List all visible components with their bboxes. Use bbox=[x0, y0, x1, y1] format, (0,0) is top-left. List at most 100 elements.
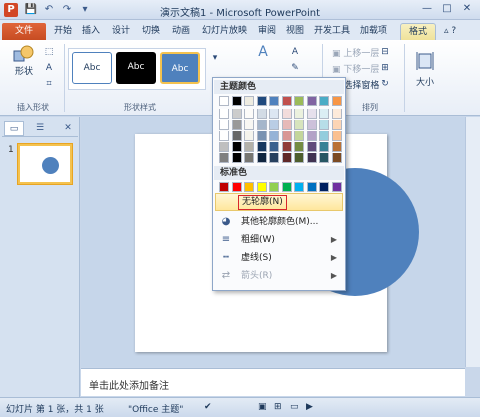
standard-color-swatch[interactable] bbox=[231, 182, 242, 192]
no-outline-item[interactable]: 无轮廓(N) bbox=[215, 193, 343, 211]
theme-color-shade-swatch[interactable] bbox=[231, 109, 242, 119]
shapes-button[interactable]: 形状 bbox=[8, 44, 40, 84]
theme-color-swatch[interactable] bbox=[231, 96, 242, 106]
proofing-icon[interactable]: ✔ bbox=[204, 402, 212, 412]
theme-color-shade-swatch[interactable] bbox=[294, 153, 304, 163]
slideshow-icon[interactable]: ▶ bbox=[306, 402, 313, 412]
theme-color-shade-swatch[interactable] bbox=[256, 109, 267, 119]
theme-color-shade-swatch[interactable] bbox=[256, 120, 267, 130]
theme-color-swatch[interactable] bbox=[319, 96, 329, 106]
theme-color-swatch[interactable] bbox=[256, 96, 267, 106]
theme-color-shade-swatch[interactable] bbox=[281, 153, 292, 163]
tab-developer[interactable]: 开发工具 bbox=[312, 23, 352, 40]
text-outline-icon[interactable]: ✎ bbox=[288, 62, 302, 74]
theme-color-shade-swatch[interactable] bbox=[331, 153, 342, 163]
theme-color-shade-swatch[interactable] bbox=[269, 142, 279, 152]
standard-color-swatch[interactable] bbox=[319, 182, 329, 192]
minimize-ribbon-icon[interactable]: ▵ ? bbox=[442, 23, 458, 40]
weight-item[interactable]: ≡ 粗细(W) ▶ bbox=[215, 231, 343, 249]
standard-color-swatch[interactable] bbox=[244, 182, 254, 192]
tab-slideshow[interactable]: 幻灯片放映 bbox=[200, 23, 249, 40]
theme-color-shade-swatch[interactable] bbox=[306, 142, 317, 152]
tab-design[interactable]: 设计 bbox=[110, 23, 132, 40]
standard-color-swatch[interactable] bbox=[294, 182, 304, 192]
theme-color-shade-swatch[interactable] bbox=[319, 131, 329, 141]
theme-color-shade-swatch[interactable] bbox=[306, 153, 317, 163]
send-backward-button[interactable]: ▣ 下移一层 bbox=[332, 62, 379, 75]
arrows-item[interactable]: ⇄ 箭头(R) ▶ bbox=[215, 267, 343, 285]
theme-color-shade-swatch[interactable] bbox=[231, 131, 242, 141]
theme-color-swatch[interactable] bbox=[281, 96, 292, 106]
slide-sorter-icon[interactable]: ⊞ bbox=[274, 402, 282, 412]
theme-color-shade-swatch[interactable] bbox=[281, 120, 292, 130]
theme-color-shade-swatch[interactable] bbox=[244, 153, 254, 163]
vertical-scrollbar[interactable] bbox=[465, 117, 480, 367]
theme-color-shade-swatch[interactable] bbox=[219, 131, 229, 141]
theme-color-shade-swatch[interactable] bbox=[269, 153, 279, 163]
theme-color-shade-swatch[interactable] bbox=[306, 131, 317, 141]
standard-color-swatch[interactable] bbox=[269, 182, 279, 192]
tab-review[interactable]: 审阅 bbox=[256, 23, 278, 40]
theme-color-shade-swatch[interactable] bbox=[244, 120, 254, 130]
tab-addins[interactable]: 加载项 bbox=[358, 23, 389, 40]
minimize-icon[interactable]: — bbox=[418, 2, 436, 17]
slides-tab-icon[interactable]: ▭ bbox=[4, 121, 24, 136]
theme-color-shade-swatch[interactable] bbox=[256, 131, 267, 141]
theme-color-swatch[interactable] bbox=[269, 96, 279, 106]
text-fill-icon[interactable]: A bbox=[288, 46, 302, 58]
standard-color-swatch[interactable] bbox=[219, 182, 229, 192]
theme-color-shade-swatch[interactable] bbox=[244, 142, 254, 152]
tab-format[interactable]: 格式 bbox=[400, 23, 436, 40]
theme-color-swatch[interactable] bbox=[294, 96, 304, 106]
theme-color-shade-swatch[interactable] bbox=[219, 153, 229, 163]
tab-home[interactable]: 开始 bbox=[52, 23, 74, 40]
theme-color-shade-swatch[interactable] bbox=[319, 109, 329, 119]
more-outline-colors-item[interactable]: ◕ 其他轮廓颜色(M)... bbox=[215, 213, 343, 231]
theme-color-shade-swatch[interactable] bbox=[219, 109, 229, 119]
reading-view-icon[interactable]: ▭ bbox=[290, 402, 299, 412]
theme-color-shade-swatch[interactable] bbox=[331, 142, 342, 152]
theme-color-shade-swatch[interactable] bbox=[281, 131, 292, 141]
group-icon[interactable]: ⊞ bbox=[378, 62, 392, 74]
theme-color-shade-swatch[interactable] bbox=[269, 131, 279, 141]
notes-pane[interactable]: 单击此处添加备注 bbox=[81, 368, 465, 396]
theme-color-shade-swatch[interactable] bbox=[319, 153, 329, 163]
bring-forward-button[interactable]: ▣ 上移一层 bbox=[332, 46, 379, 59]
theme-color-shade-swatch[interactable] bbox=[231, 120, 242, 130]
theme-color-swatch[interactable] bbox=[244, 96, 254, 106]
shape-style-1[interactable]: Abc bbox=[72, 52, 112, 84]
close-icon[interactable]: ✕ bbox=[458, 2, 476, 17]
shape-style-3[interactable]: Abc bbox=[160, 52, 200, 84]
theme-color-shade-swatch[interactable] bbox=[256, 153, 267, 163]
tab-transitions[interactable]: 切换 bbox=[140, 23, 162, 40]
theme-color-swatch[interactable] bbox=[219, 96, 229, 106]
gallery-more-icon[interactable]: ▾ bbox=[208, 52, 222, 64]
theme-color-shade-swatch[interactable] bbox=[231, 153, 242, 163]
wordart-icon[interactable]: A bbox=[256, 45, 270, 59]
theme-color-shade-swatch[interactable] bbox=[331, 109, 342, 119]
theme-color-shade-swatch[interactable] bbox=[244, 131, 254, 141]
standard-color-swatch[interactable] bbox=[331, 182, 342, 192]
rotate-icon[interactable]: ↻ bbox=[378, 78, 392, 90]
theme-color-shade-swatch[interactable] bbox=[294, 120, 304, 130]
theme-color-shade-swatch[interactable] bbox=[269, 109, 279, 119]
theme-color-swatch[interactable] bbox=[306, 96, 317, 106]
shape-style-2[interactable]: Abc bbox=[116, 52, 156, 84]
textbox-icon[interactable]: A bbox=[42, 62, 56, 74]
merge-shapes-icon[interactable]: ⌗ bbox=[42, 78, 56, 90]
maximize-icon[interactable]: □ bbox=[438, 2, 456, 17]
theme-color-shade-swatch[interactable] bbox=[306, 109, 317, 119]
slide-thumbnail[interactable] bbox=[18, 144, 72, 184]
theme-color-shade-swatch[interactable] bbox=[219, 120, 229, 130]
tab-view[interactable]: 视图 bbox=[284, 23, 306, 40]
theme-color-shade-swatch[interactable] bbox=[281, 109, 292, 119]
theme-color-shade-swatch[interactable] bbox=[256, 142, 267, 152]
standard-color-swatch[interactable] bbox=[306, 182, 317, 192]
align-icon[interactable]: ⊟ bbox=[378, 46, 392, 58]
theme-color-shade-swatch[interactable] bbox=[319, 120, 329, 130]
theme-color-shade-swatch[interactable] bbox=[231, 142, 242, 152]
theme-color-shade-swatch[interactable] bbox=[294, 109, 304, 119]
theme-color-shade-swatch[interactable] bbox=[219, 142, 229, 152]
close-panel-icon[interactable]: ✕ bbox=[58, 121, 78, 136]
normal-view-icon[interactable]: ▣ bbox=[258, 402, 267, 412]
